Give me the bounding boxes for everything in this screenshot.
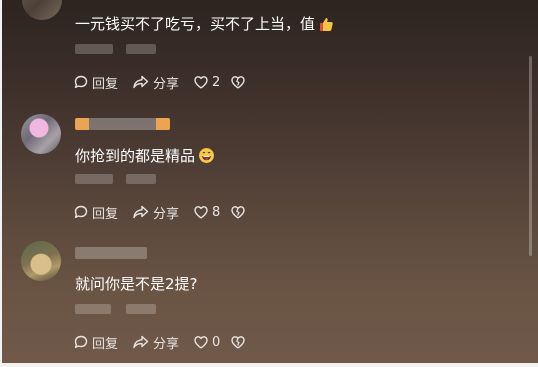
comment-location xyxy=(126,44,156,54)
share-icon xyxy=(133,335,149,349)
like-button[interactable]: 8 xyxy=(193,204,220,220)
dislike-button[interactable] xyxy=(230,334,249,350)
reply-button[interactable]: 回复 xyxy=(73,73,118,92)
comment-date xyxy=(75,44,113,54)
reply-icon xyxy=(74,335,88,348)
comment-actions: 回复 分享 8 xyxy=(73,202,249,222)
scrollbar[interactable] xyxy=(529,56,532,256)
reply-icon xyxy=(74,75,88,88)
reply-button[interactable]: 回复 xyxy=(73,333,118,352)
like-button[interactable]: 2 xyxy=(193,74,220,90)
comment-date xyxy=(75,174,113,184)
grinning-face-emoji-icon xyxy=(198,147,215,169)
share-icon xyxy=(133,205,149,219)
heart-icon xyxy=(194,76,208,89)
avatar[interactable] xyxy=(22,0,62,20)
like-count: 8 xyxy=(212,204,221,220)
like-count: 0 xyxy=(212,334,221,350)
comment-text: 你抢到的都是精品 xyxy=(75,146,215,169)
avatar[interactable] xyxy=(21,114,61,154)
reply-icon xyxy=(74,205,88,218)
share-button[interactable]: 分享 xyxy=(132,203,179,222)
avatar[interactable] xyxy=(21,241,61,281)
broken-heart-icon xyxy=(231,76,246,89)
comment-actions: 回复 分享 0 xyxy=(73,332,249,352)
like-count: 2 xyxy=(212,74,221,90)
left-frame-edge xyxy=(0,0,2,367)
dislike-button[interactable] xyxy=(230,74,249,90)
comment-date xyxy=(75,304,111,314)
bottom-frame-edge xyxy=(0,363,538,367)
username[interactable] xyxy=(75,247,147,259)
broken-heart-icon xyxy=(231,336,246,349)
like-button[interactable]: 0 xyxy=(193,334,220,350)
username[interactable] xyxy=(75,118,170,130)
comment-location xyxy=(126,174,156,184)
comment-text: 就问你是不是2提? xyxy=(75,275,198,293)
dislike-button[interactable] xyxy=(230,204,249,220)
heart-icon xyxy=(194,336,208,349)
reply-button[interactable]: 回复 xyxy=(73,203,118,222)
broken-heart-icon xyxy=(231,206,246,219)
comment-text: 一元钱买不了吃亏，买不了上当，值 xyxy=(75,14,334,37)
share-button[interactable]: 分享 xyxy=(132,73,179,92)
heart-icon xyxy=(194,206,208,219)
share-button[interactable]: 分享 xyxy=(132,333,179,352)
share-icon xyxy=(133,75,149,89)
thumbs-up-emoji-icon xyxy=(318,16,334,37)
comment-location xyxy=(126,304,156,314)
comment-actions: 回复 分享 2 xyxy=(73,72,249,92)
